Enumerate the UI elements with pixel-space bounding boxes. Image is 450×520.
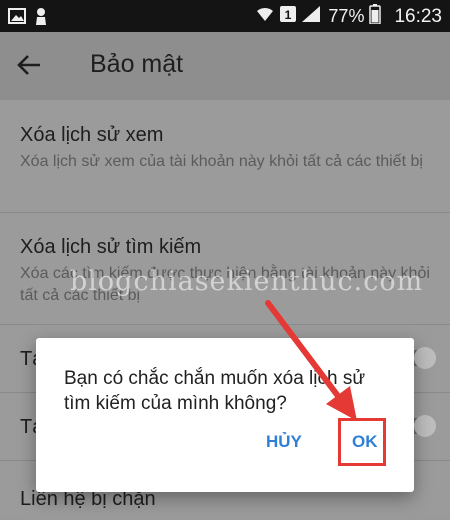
gallery-icon [8,7,26,30]
clock: 16:23 [394,5,442,27]
battery-icon [369,4,382,29]
person-icon [34,7,48,30]
svg-text:1: 1 [285,8,292,22]
setting-clear-watch-history[interactable]: Xóa lịch sử xem Xóa lịch sử xem của tài … [0,100,450,213]
setting-title: Xóa lịch sử tìm kiếm [20,236,202,258]
cancel-button[interactable]: HỦY [266,432,302,452]
sim-badge: 1 [280,5,297,28]
confirm-dialog: Bạn có chắc chắn muốn xóa lịch sử tìm ki… [36,338,414,492]
wifi-icon [255,5,275,28]
ok-button[interactable]: OK [352,432,378,452]
dialog-message: Bạn có chắc chắn muốn xóa lịch sử tìm ki… [64,368,366,414]
app-bar: Bảo mật [0,32,450,100]
signal-icon [301,5,321,28]
battery-percent: 77% [328,6,365,26]
page-title: Bảo mật [90,50,184,78]
watermark: blogchiasekienthuc.com [70,266,424,297]
setting-title: Xóa lịch sử xem [20,124,164,146]
status-bar: 1 77% 16:23 [0,0,450,32]
setting-description: Xóa lịch sử xem của tài khoản này khỏi t… [20,153,423,170]
back-arrow-icon[interactable] [16,52,42,78]
